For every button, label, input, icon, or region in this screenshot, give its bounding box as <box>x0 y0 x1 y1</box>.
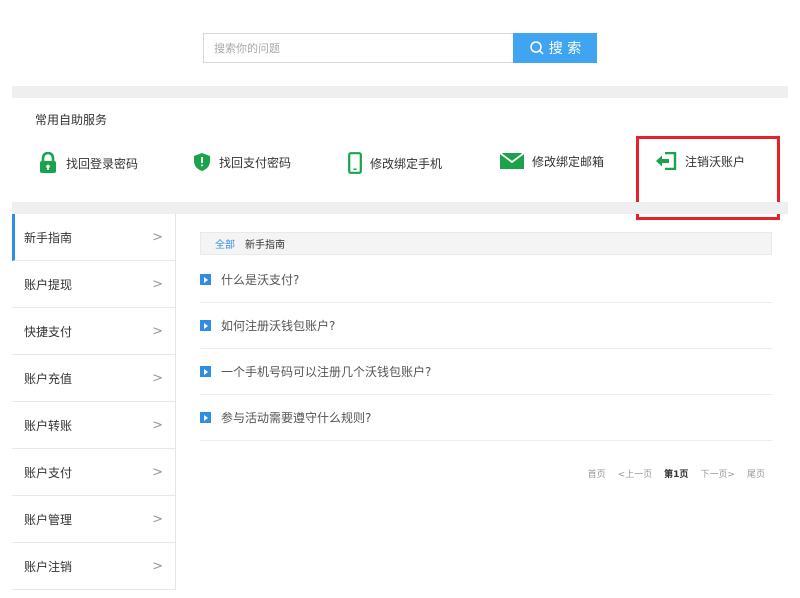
question-item[interactable]: 参与活动需要遵守什么规则? <box>200 395 772 441</box>
service-label: 修改绑定邮箱 <box>532 154 605 169</box>
sidebar-item-label: 快捷支付 <box>24 324 73 339</box>
search-button[interactable]: 搜 索 <box>513 33 597 63</box>
sidebar-item-label: 账户充值 <box>24 371 73 386</box>
arrow-right-icon <box>200 274 211 285</box>
sidebar-item-quick-pay[interactable]: 快捷支付 > <box>12 308 175 355</box>
sidebar-item-label: 新手指南 <box>24 230 73 245</box>
service-label: 找回登录密码 <box>66 156 139 171</box>
breadcrumb-all-link[interactable]: 全部 <box>215 236 235 251</box>
search-input[interactable] <box>203 33 513 63</box>
sidebar-item-account-cancellation[interactable]: 账户注销 > <box>12 543 175 590</box>
pager-first[interactable]: 首页 <box>588 467 606 480</box>
sidebar-item-top-up[interactable]: 账户充值 > <box>12 355 175 402</box>
question-text: 什么是沃支付? <box>221 273 300 287</box>
sidebar-item-beginner-guide[interactable]: 新手指南 > <box>12 214 175 261</box>
category-sidebar: 新手指南 > 账户提现 > 快捷支付 > 账户充值 > 账户转账 > 账户支付 … <box>12 214 176 590</box>
search-button-label: 搜 索 <box>548 41 582 57</box>
mail-icon <box>500 152 524 169</box>
breadcrumb: 全部 新手指南 <box>200 232 772 255</box>
search-bar: 搜 索 <box>203 33 597 63</box>
service-change-phone[interactable]: 修改绑定手机 <box>348 152 442 174</box>
chevron-right-icon: > <box>152 464 163 480</box>
chevron-right-icon: > <box>152 370 163 386</box>
lock-icon <box>40 152 56 173</box>
pagination: 首页 <上一页 第1页 下一页> 尾页 <box>588 467 765 480</box>
arrow-right-icon <box>200 366 211 377</box>
search-icon <box>530 41 544 55</box>
divider-band <box>12 86 788 98</box>
sidebar-item-label: 账户提现 <box>24 277 73 292</box>
service-label: 找回支付密码 <box>219 155 292 170</box>
question-text: 参与活动需要遵守什么规则? <box>221 411 372 425</box>
question-item[interactable]: 什么是沃支付? <box>200 257 772 303</box>
pager-next[interactable]: 下一页> <box>700 467 735 480</box>
question-text: 如何注册沃钱包账户? <box>221 319 336 333</box>
arrow-right-icon <box>200 320 211 331</box>
chevron-right-icon: > <box>152 558 163 574</box>
services-title: 常用自助服务 <box>35 113 108 127</box>
phone-icon <box>348 152 362 174</box>
sidebar-item-payment[interactable]: 账户支付 > <box>12 449 175 496</box>
chevron-right-icon: > <box>152 511 163 527</box>
service-change-email[interactable]: 修改绑定邮箱 <box>500 152 604 170</box>
service-reset-login-password[interactable]: 找回登录密码 <box>38 152 138 174</box>
sidebar-item-label: 账户注销 <box>24 559 73 574</box>
chevron-right-icon: > <box>152 229 163 245</box>
question-list: 什么是沃支付? 如何注册沃钱包账户? 一个手机号码可以注册几个沃钱包账户? 参与… <box>200 257 772 441</box>
sidebar-item-label: 账户管理 <box>24 512 73 527</box>
sidebar-item-label: 账户支付 <box>24 465 73 480</box>
divider-band <box>12 202 788 214</box>
arrow-right-icon <box>200 412 211 423</box>
pager-current: 第1页 <box>664 470 689 480</box>
service-label: 修改绑定手机 <box>370 156 443 171</box>
shield-icon <box>194 153 210 171</box>
sidebar-item-transfer[interactable]: 账户转账 > <box>12 402 175 449</box>
service-reset-payment-password[interactable]: 找回支付密码 <box>193 152 291 172</box>
sidebar-item-withdrawal[interactable]: 账户提现 > <box>12 261 175 308</box>
sidebar-item-account-management[interactable]: 账户管理 > <box>12 496 175 543</box>
pager-last[interactable]: 尾页 <box>747 467 765 480</box>
chevron-right-icon: > <box>152 276 163 292</box>
chevron-right-icon: > <box>152 417 163 433</box>
question-item[interactable]: 如何注册沃钱包账户? <box>200 303 772 349</box>
question-text: 一个手机号码可以注册几个沃钱包账户? <box>221 365 432 379</box>
chevron-right-icon: > <box>152 323 163 339</box>
breadcrumb-current: 新手指南 <box>245 240 285 251</box>
question-item[interactable]: 一个手机号码可以注册几个沃钱包账户? <box>200 349 772 395</box>
pager-prev[interactable]: <上一页 <box>618 467 653 480</box>
sidebar-item-label: 账户转账 <box>24 418 73 433</box>
